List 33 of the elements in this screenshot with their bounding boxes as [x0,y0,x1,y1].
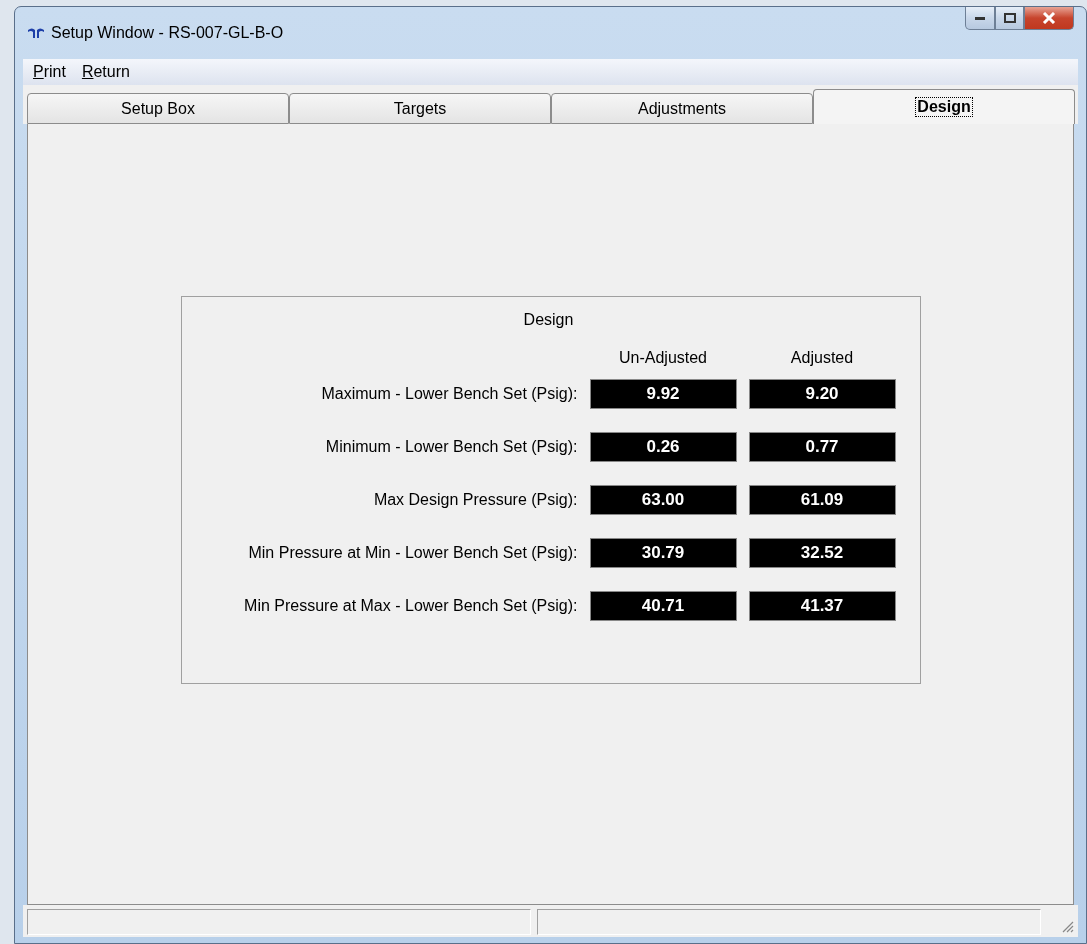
column-header: Un-Adjusted [618,349,707,367]
maximize-icon [1003,13,1016,23]
value-display: 0.77 [748,432,896,462]
value-display: 41.37 [748,591,896,621]
tab[interactable]: Setup Box [27,93,289,124]
value-display: 30.79 [589,538,737,568]
close-icon [1042,12,1056,24]
value-display: 61.09 [748,485,896,515]
tab[interactable]: Adjustments [551,93,813,124]
close-button[interactable] [1024,7,1074,30]
resize-grip-icon [1062,921,1074,933]
field-label: Min Pressure at Min - Lower Bench Set (Psig): [248,544,578,562]
maximize-button[interactable] [995,7,1024,30]
value-display: 32.52 [748,538,896,568]
field-label: Minimum - Lower Bench Set (Psig): [325,438,578,456]
minimize-button[interactable] [965,7,995,30]
value-display: 40.71 [589,591,737,621]
menu-item[interactable]: Return [75,63,136,81]
value-display: 9.20 [748,379,896,409]
value-display: 63.00 [589,485,737,515]
tab[interactable]: Design [813,89,1075,124]
group-title: Design [523,311,574,329]
field-label: Max Design Pressure (Psig): [373,491,578,509]
tab[interactable]: Targets [289,93,551,124]
field-label: Min Pressure at Max - Lower Bench Set (Psig): [244,597,578,615]
window-title: Setup Window - RS-007-GL-B-O [51,24,284,42]
menu-item[interactable]: Print [27,63,72,81]
logo-icon [27,27,45,39]
minimize-icon [975,16,985,20]
value-display: 9.92 [589,379,737,409]
column-header: Adjusted [790,349,854,367]
field-label: Maximum - Lower Bench Set (Psig): [321,385,578,403]
value-display: 0.26 [589,432,737,462]
